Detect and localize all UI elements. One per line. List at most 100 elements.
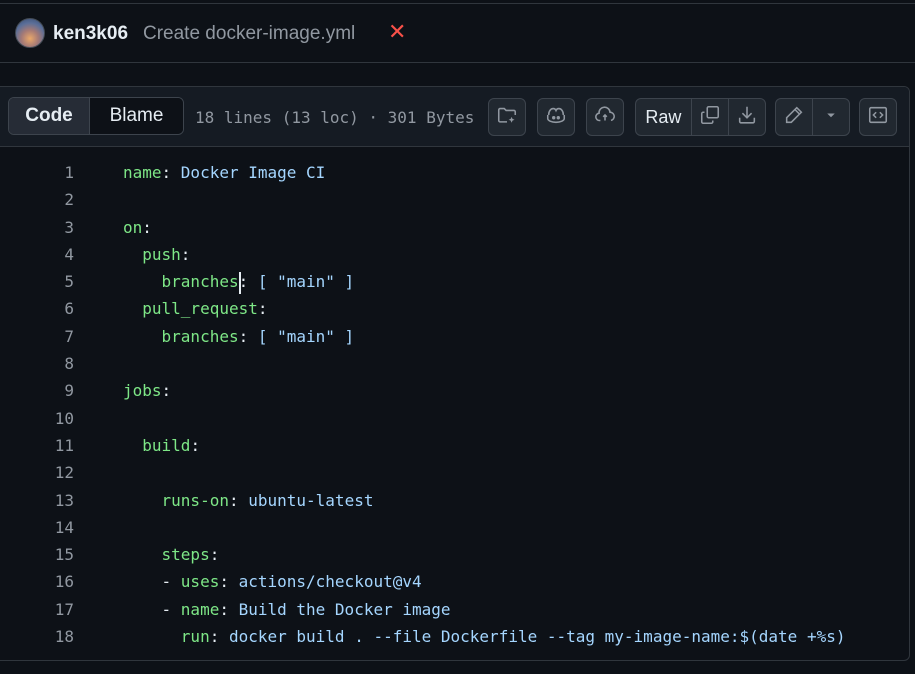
edit-file-button[interactable] [776, 99, 812, 135]
code-line: 18 run: docker build . --file Dockerfile… [0, 623, 909, 650]
yaml-separator: : [219, 572, 239, 592]
code-line: 3 on: [0, 214, 909, 241]
yaml-key: steps [161, 545, 210, 565]
latest-commit-bar: ken3k06 Create docker-image.yml ✕ [0, 3, 915, 63]
code-line: 7 branches: [ "main" ] [0, 323, 909, 350]
line-number[interactable]: 6 [0, 295, 74, 322]
copilot-icon [545, 104, 567, 131]
copy-raw-button[interactable] [690, 99, 728, 135]
line-number[interactable]: 14 [0, 514, 74, 541]
yaml-key: branches [161, 326, 239, 346]
line-content: pull_request: [123, 295, 268, 322]
yaml-separator: : [209, 627, 229, 647]
chevron-down-icon [822, 106, 840, 129]
line-content: on: [123, 214, 152, 241]
line-number[interactable]: 2 [0, 186, 74, 213]
code-line: 15 steps: [0, 541, 909, 568]
folder-sparkle-icon [496, 104, 518, 131]
yaml-key: branches [161, 272, 239, 292]
yaml-value: ubuntu-latest [248, 490, 374, 510]
code-view[interactable]: 1 name: Docker Image CI 2 3 on: 4 push: 5 bran… [0, 159, 909, 650]
line-number[interactable]: 9 [0, 377, 74, 404]
yaml-separator: : [161, 163, 181, 182]
line-content: steps: [123, 541, 220, 568]
raw-button[interactable]: Raw [636, 99, 691, 135]
yaml-value: [ "main" ] [257, 272, 355, 292]
line-number[interactable]: 15 [0, 541, 74, 568]
view-mode-toggle: Code Blame [8, 97, 184, 135]
line-number[interactable]: 10 [0, 405, 74, 432]
file-header: Code Blame 18 lines (13 loc) · 301 Bytes [0, 87, 909, 147]
line-content: name: Docker Image CI [123, 159, 325, 186]
line-number[interactable]: 7 [0, 323, 74, 350]
code-line: 14 [0, 514, 909, 541]
yaml-key: on [123, 217, 143, 237]
code-line: 2 [0, 186, 909, 213]
code-line: 17 - name: Build the Docker image [0, 596, 909, 623]
code-line: 11 build: [0, 432, 909, 459]
line-number[interactable]: 11 [0, 432, 74, 459]
code-line: 16 - uses: actions/checkout@v4 [0, 568, 909, 595]
line-number[interactable]: 1 [0, 159, 74, 186]
yaml-separator: : [238, 272, 258, 292]
code-line: 9 jobs: [0, 377, 909, 404]
line-number[interactable]: 3 [0, 214, 74, 241]
line-number[interactable]: 13 [0, 487, 74, 514]
copy-icon [699, 104, 721, 131]
line-content: - uses: actions/checkout@v4 [123, 568, 422, 595]
line-number[interactable]: 4 [0, 241, 74, 268]
yaml-separator: : [257, 299, 268, 319]
yaml-value: [ "main" ] [257, 326, 355, 346]
yaml-key: name [180, 599, 220, 619]
symbols-panel-button[interactable] [859, 98, 897, 136]
pencil-icon [783, 104, 805, 131]
line-content: branches: [ "main" ] [123, 268, 354, 295]
line-content: - name: Build the Docker image [123, 596, 451, 623]
x-mark-icon[interactable]: ✕ [388, 21, 406, 43]
commit-author[interactable]: ken3k06 [53, 23, 128, 45]
yaml-value: Build the Docker image [238, 599, 451, 619]
yaml-separator: : [142, 217, 152, 237]
yaml-separator: : [161, 381, 172, 401]
raw-label: Raw [645, 106, 682, 127]
yaml-separator: : [190, 435, 201, 455]
cloud-sync-icon [594, 104, 616, 131]
code-line: 1 name: Docker Image CI [0, 159, 909, 186]
line-number[interactable]: 18 [0, 623, 74, 650]
line-number[interactable]: 5 [0, 268, 74, 295]
line-content: run: docker build . --file Dockerfile --… [123, 623, 846, 650]
line-indent: - [123, 599, 181, 619]
line-content: jobs: [123, 377, 171, 404]
yaml-key: run [180, 627, 210, 647]
codespaces-button[interactable] [586, 98, 624, 136]
yaml-separator: : [219, 599, 239, 619]
yaml-key: runs-on [161, 490, 229, 510]
line-number[interactable]: 12 [0, 459, 74, 486]
file-viewer: Code Blame 18 lines (13 loc) · 301 Bytes [0, 86, 910, 661]
code-line: 6 pull_request: [0, 295, 909, 322]
line-content: push: [123, 241, 190, 268]
copilot-button[interactable] [537, 98, 575, 136]
code-line: 13 runs-on: ubuntu-latest [0, 487, 909, 514]
code-line: 10 [0, 405, 909, 432]
raw-actions-group: Raw [635, 98, 766, 136]
download-button[interactable] [727, 99, 765, 135]
tab-blame[interactable]: Blame [90, 98, 183, 134]
line-number[interactable]: 17 [0, 596, 74, 623]
more-edit-options-button[interactable] [812, 99, 849, 135]
line-number[interactable]: 8 [0, 350, 74, 377]
open-symbols-button[interactable] [488, 98, 526, 136]
author-avatar[interactable] [15, 18, 45, 48]
code-line: 4 push: [0, 241, 909, 268]
download-icon [736, 104, 758, 131]
line-number[interactable]: 16 [0, 568, 74, 595]
tab-code[interactable]: Code [9, 98, 90, 134]
yaml-separator: : [238, 326, 258, 346]
commit-message[interactable]: Create docker-image.yml [143, 23, 355, 45]
yaml-separator: : [180, 244, 191, 264]
line-content: branches: [ "main" ] [123, 323, 355, 350]
